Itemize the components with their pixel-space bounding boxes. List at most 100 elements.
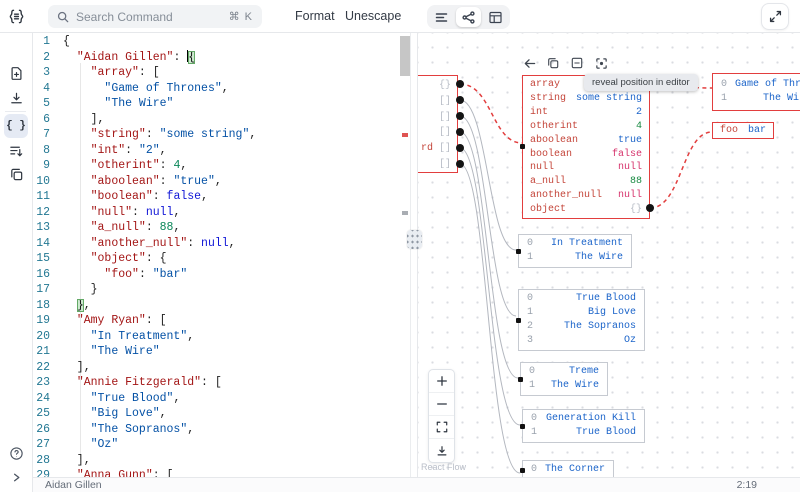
array-node-anna-gunn[interactable]: 0Treme1The Wire [520, 362, 608, 396]
download-image-button[interactable] [429, 439, 454, 462]
panel-divider[interactable] [410, 33, 418, 477]
node-row-value: true [618, 134, 642, 148]
zoom-out-button[interactable] [429, 393, 454, 416]
fit-view-button[interactable] [429, 416, 454, 439]
code-token: : [173, 51, 187, 64]
array-value: The Corner [545, 463, 605, 477]
array-node-row: 0Generation Kill [531, 412, 636, 426]
line-number: 21 [33, 344, 50, 360]
node-toolbar [522, 56, 608, 70]
download-button[interactable] [4, 86, 28, 110]
expand-panel-button[interactable] [4, 465, 28, 489]
root-row-bracket: [] [439, 141, 451, 157]
copy-node-button[interactable] [546, 56, 560, 70]
code-editor[interactable]: 1{2 "Aidan Gillen": {3 "array": [4 "Game… [33, 33, 410, 477]
root-object-node[interactable]: {}[][][]rd[][] [418, 75, 458, 173]
array-node-row: 1The Wire [529, 379, 599, 393]
line-number: 11 [33, 189, 50, 205]
array-node-row: 0In Treatment [527, 237, 623, 251]
array-index: 1 [721, 92, 727, 106]
back-button[interactable] [522, 56, 536, 70]
array-node-alexander[interactable]: 0Generation Kill1True Blood [522, 409, 645, 443]
code-token: "Anna Gunn" [77, 469, 153, 477]
code-line: 16 "foo": "bar" [33, 267, 410, 283]
search-command-bar[interactable]: Search Command ⌘ K [48, 5, 262, 28]
copy-nodes-button[interactable] [4, 162, 28, 186]
root-output-handle [456, 96, 464, 104]
root-output-handle [456, 160, 464, 168]
sort-lines-button[interactable] [4, 139, 28, 163]
code-text: "Annie Fitzgerald": [ [63, 375, 222, 391]
code-token: false [167, 190, 202, 203]
code-token [63, 469, 77, 477]
root-row-key: rd [421, 141, 433, 157]
code-text: "aboolean": "true", [63, 174, 222, 190]
code-line: 9 "otherint": 4, [33, 158, 410, 174]
line-number: 25 [33, 406, 50, 422]
node-row-key: null [530, 161, 554, 175]
collapse-node-button[interactable] [570, 56, 584, 70]
array-value: True Blood [541, 292, 636, 306]
code-token: ], [63, 454, 91, 467]
array-node-annie-fitzgerald[interactable]: 0True Blood1Big Love2The Sopranos3Oz [518, 289, 645, 351]
node-row: object{} [530, 203, 642, 217]
node-row-value: 2 [636, 106, 642, 120]
format-button[interactable]: Format [295, 0, 335, 33]
selected-object-node[interactable]: array[]stringsome stringint2otherint4abo… [522, 75, 650, 219]
editor-scrollbar-thumb[interactable] [400, 36, 410, 76]
json-braces-icon: { } [6, 120, 26, 132]
code-line: 6 ], [33, 112, 410, 128]
zoom-in-button[interactable] [429, 370, 454, 393]
line-number: 6 [33, 112, 50, 128]
json-braces-button[interactable]: { } [4, 114, 28, 138]
code-token: "boolean" [91, 190, 153, 203]
array-node-the-corner[interactable]: 0The Corner [522, 460, 614, 477]
array-index: 2 [527, 320, 533, 334]
array-node-game-of-thrones[interactable]: 0Game of Thrones1The Wire [712, 73, 800, 111]
array-value: The Wire [735, 92, 800, 106]
code-token [63, 268, 104, 281]
fullscreen-button[interactable] [761, 3, 789, 30]
code-token [63, 314, 77, 327]
code-text: "otherint": 4, [63, 158, 187, 174]
code-token: "aboolean" [91, 175, 160, 188]
object-output-handle [646, 204, 654, 212]
code-line: 20 "In Treatment", [33, 329, 410, 345]
line-number: 8 [33, 143, 50, 159]
code-text: "Anna Gunn": [ [63, 468, 173, 477]
code-token [63, 345, 91, 358]
code-line: 14 "another_null": null, [33, 236, 410, 252]
reveal-position-button[interactable] [594, 56, 608, 70]
code-token: : [187, 237, 201, 250]
line-number: 15 [33, 251, 50, 267]
code-line: 4 "Game of Thrones", [33, 81, 410, 97]
table-view-button[interactable] [483, 7, 508, 27]
object-node-foo[interactable]: foo bar [712, 122, 774, 139]
graph-view-button[interactable] [456, 7, 481, 27]
code-token [63, 438, 91, 451]
code-line: 3 "array": [ [33, 65, 410, 81]
node-row-key: int [530, 106, 548, 120]
divider-grip-handle[interactable] [407, 230, 422, 249]
line-number: 26 [33, 422, 50, 438]
code-token: "foo" [104, 268, 139, 281]
react-flow-attribution[interactable]: React Flow [421, 462, 466, 472]
editor-scrollbar[interactable] [400, 33, 410, 477]
new-document-button[interactable] [4, 61, 28, 85]
text-view-button[interactable] [429, 7, 454, 27]
code-token: "Annie Fitzgerald" [77, 376, 201, 389]
text-view-icon [435, 11, 448, 24]
graph-panel[interactable]: {}[][][]rd[][] [418, 33, 800, 477]
unescape-button[interactable]: Unescape [345, 0, 401, 33]
array-node-row: 2The Sopranos [527, 320, 636, 334]
code-token: , [249, 128, 256, 141]
array-index: 3 [527, 334, 533, 348]
code-token: , [187, 423, 194, 436]
help-button[interactable] [4, 441, 28, 465]
array-node-amy-ryan[interactable]: 0In Treatment1The Wire [518, 234, 632, 268]
root-node-row: [] [418, 125, 451, 141]
code-line: 19 "Amy Ryan": [ [33, 313, 410, 329]
code-token: "string" [91, 128, 146, 141]
node-row-value: 4 [636, 120, 642, 134]
app-logo-button[interactable] [0, 0, 33, 33]
